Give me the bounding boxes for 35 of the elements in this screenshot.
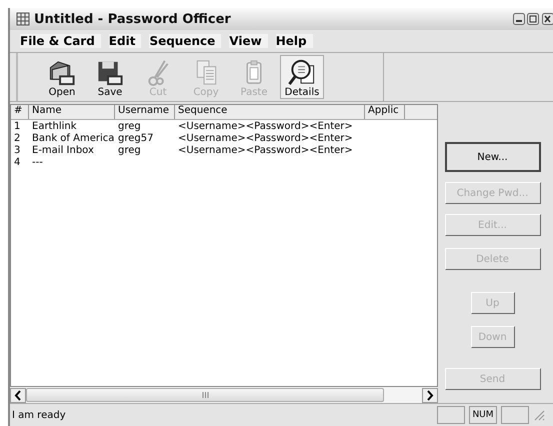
menu-item[interactable]: Edit — [108, 34, 142, 48]
table-cell-text: greg — [117, 144, 142, 156]
menu-item[interactable]: Help — [276, 34, 313, 48]
table-cell-text: greg — [117, 120, 142, 132]
menu-item[interactable]: File & Card — [20, 34, 101, 48]
status-pane: NUM — [469, 406, 497, 424]
column-header[interactable]: Name — [29, 105, 115, 119]
toolbar-button[interactable]: Open — [40, 55, 84, 99]
table-cell-text: E-mail Inbox — [31, 144, 95, 156]
column-header[interactable]: # — [11, 105, 29, 119]
table-cell-text: <Username><Password><Enter> — [177, 132, 354, 144]
column-header[interactable]: Sequence — [175, 105, 365, 119]
toolbar-button[interactable]: Save — [88, 55, 132, 99]
toolbar-button[interactable]: Details — [280, 55, 324, 99]
table-row[interactable]: 1 Earthlink greg <Username><Password><Enter> — [11, 120, 437, 132]
table-row[interactable]: 2 Bank of America greg57 <Username><Password><Enter> — [11, 132, 437, 144]
table-cell-text: 3 — [13, 144, 22, 156]
table-cell-text: greg57 — [117, 132, 154, 144]
window-title: Untitled - Password Officer — [34, 12, 232, 26]
table-cell-text: 2 — [13, 132, 22, 144]
column-header[interactable]: Applic — [365, 105, 405, 119]
table-cell-text: Bank of America — [31, 132, 115, 144]
table-cell-text: 1 — [13, 120, 22, 132]
status-message: I am ready — [11, 410, 67, 420]
table-cell-text: --- — [31, 156, 44, 168]
action-button[interactable]: New... — [444, 142, 540, 172]
table-cell-text: <Username><Password><Enter> — [177, 144, 354, 156]
table-row[interactable]: 3 E-mail Inbox greg <Username><Password><Enter> — [11, 144, 437, 156]
table-cell-text: 4 — [13, 156, 22, 168]
table-cell-text: <Username><Password><Enter> — [177, 120, 354, 132]
table-row[interactable]: 4 --- — [11, 156, 437, 168]
menu-item[interactable]: Sequence — [149, 34, 222, 48]
menu-item[interactable]: View — [229, 34, 268, 48]
table-cell-text: Earthlink — [31, 120, 78, 132]
column-header[interactable]: Username — [115, 105, 175, 119]
